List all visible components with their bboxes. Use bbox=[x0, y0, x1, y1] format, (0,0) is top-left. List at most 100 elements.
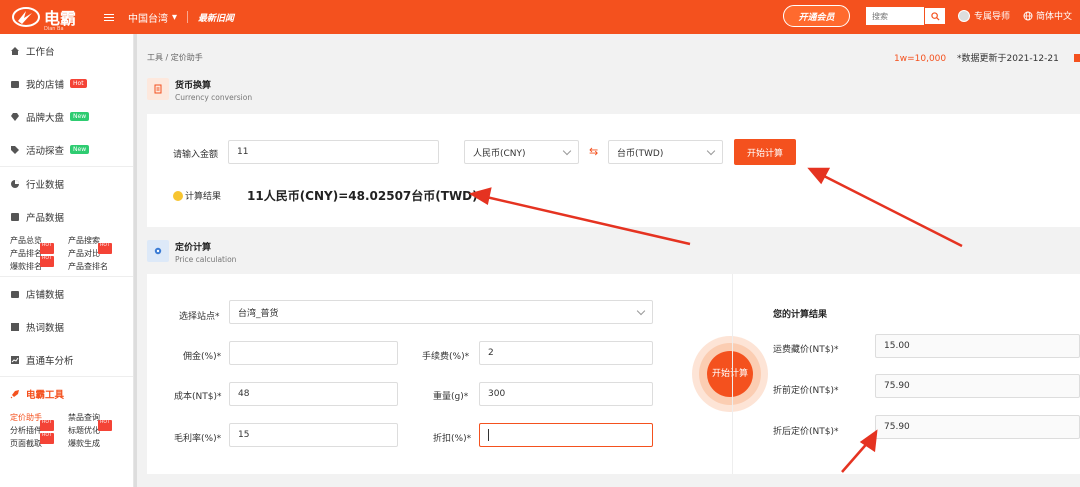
site-value: 台湾_普货 bbox=[238, 308, 279, 319]
sidebar-item-product[interactable]: 产品数据 bbox=[0, 200, 133, 233]
submenu-item[interactable]: 爆款排名 HOT bbox=[10, 256, 68, 272]
sidebar-item-industry[interactable]: 行业数据 bbox=[0, 167, 133, 200]
submenu-item[interactable]: 爆款生成 bbox=[68, 438, 126, 449]
pricing-calc-ring: 开始计算 bbox=[699, 343, 761, 405]
caret-down-icon: ▾ bbox=[172, 11, 178, 23]
sidebar-item-label: 品牌大盘 bbox=[26, 112, 65, 124]
search-input[interactable] bbox=[866, 7, 924, 25]
sidebar-item-brand[interactable]: 品牌大盘 New bbox=[0, 100, 133, 133]
to-currency-value: 台币(TWD) bbox=[617, 148, 664, 159]
discount-input[interactable] bbox=[479, 423, 653, 447]
sidebar-item-my-store[interactable]: 我的店铺 Hot bbox=[0, 67, 133, 100]
home-icon bbox=[10, 46, 20, 56]
side-tab[interactable] bbox=[1074, 54, 1080, 62]
submenu-item[interactable]: 禁品查询 bbox=[68, 412, 126, 423]
submenu-item[interactable]: 产品对比 HOT bbox=[68, 243, 126, 259]
swap-icon[interactable]: ⇆ bbox=[589, 145, 598, 158]
post-discount-label: 折后定价(NT$)* bbox=[773, 427, 839, 437]
discount-label: 折扣(%)* bbox=[433, 434, 472, 444]
cost-label: 成本(NT$)* bbox=[174, 392, 222, 402]
box-icon bbox=[10, 212, 20, 222]
chart-icon bbox=[10, 355, 20, 365]
hot-badge: HOT bbox=[40, 243, 54, 254]
hot-badge: Hot bbox=[70, 79, 87, 88]
tag-icon bbox=[10, 145, 20, 155]
hot-badge: HOT bbox=[98, 420, 112, 431]
submenu-label: 分析插件 bbox=[10, 426, 42, 435]
sidebar-item-ads[interactable]: 直通车分析 bbox=[0, 343, 133, 376]
sidebar-item-label: 活动探查 bbox=[26, 145, 65, 157]
site-select[interactable]: 台湾_普货 bbox=[229, 300, 653, 324]
language-selector[interactable]: 简体中文 bbox=[1023, 9, 1072, 22]
pricing-section-header: 定价计算 Price calculation bbox=[147, 240, 236, 264]
amount-input[interactable]: 11 bbox=[228, 140, 439, 164]
vip-button[interactable]: 开通会员 bbox=[783, 5, 850, 27]
chevron-down-icon bbox=[706, 146, 716, 155]
sidebar-item-activity[interactable]: 活动探查 New bbox=[0, 133, 133, 166]
pre-discount-output: 75.90 bbox=[875, 374, 1080, 398]
submenu-item[interactable]: 标题优化 HOT bbox=[68, 420, 126, 436]
divider bbox=[187, 11, 189, 23]
submenu-item[interactable]: 产品搜索 bbox=[68, 235, 126, 246]
region-label: 中国台湾 bbox=[128, 13, 168, 25]
submenu-label: 产品排名 bbox=[10, 249, 42, 258]
sidebar-item-tools[interactable]: 电霸工具 bbox=[0, 377, 133, 410]
coin-icon bbox=[173, 190, 183, 201]
globe-icon bbox=[1023, 11, 1033, 20]
site-label: 选择站点* bbox=[179, 312, 220, 322]
unit-note: 1w=10,000 bbox=[894, 54, 947, 64]
hot-badge: HOT bbox=[98, 243, 112, 254]
submenu-item[interactable]: 分析插件 HOT bbox=[10, 420, 68, 436]
pricing-calc-button-wrap: 开始计算 bbox=[692, 336, 768, 412]
section-title: 定价计算 bbox=[175, 243, 212, 253]
submenu-item[interactable]: 产品排名 HOT bbox=[10, 243, 68, 259]
top-bar: 电霸 Dian Ba 中国台湾 ▾ 最新旧闻 开通会员 专属导师 简体中文 bbox=[0, 0, 1080, 34]
sidebar-item-workbench[interactable]: 工作台 bbox=[0, 34, 133, 67]
from-currency-select[interactable]: 人民币(CNY) bbox=[464, 140, 579, 164]
result-label: 计算结果 bbox=[185, 192, 222, 202]
submenu-item[interactable]: 产品查排名 bbox=[68, 261, 126, 272]
logo[interactable]: 电霸 Dian Ba bbox=[0, 5, 100, 32]
sidebar: 工作台 我的店铺 Hot 品牌大盘 New 活动探查 New 行业数据 产品数据… bbox=[0, 34, 134, 487]
search-button[interactable] bbox=[924, 7, 946, 25]
breadcrumb: 工具 / 定价助手 bbox=[147, 53, 203, 62]
weight-label: 重量(g)* bbox=[433, 392, 469, 402]
store-icon bbox=[10, 79, 20, 89]
submenu-item[interactable]: 产品总览 bbox=[10, 235, 68, 246]
result-label-wrap: 计算结果 bbox=[173, 189, 221, 202]
hotword-icon bbox=[10, 322, 20, 332]
margin-input[interactable]: 15 bbox=[229, 423, 398, 447]
region-selector[interactable]: 中国台湾 ▾ bbox=[128, 10, 177, 25]
new-badge: New bbox=[70, 112, 90, 121]
mentor-link[interactable]: 专属导师 bbox=[958, 9, 1010, 22]
hot-badge: HOT bbox=[40, 256, 54, 267]
fee-input[interactable]: 2 bbox=[479, 341, 653, 365]
currency-calc-button[interactable]: 开始计算 bbox=[734, 139, 796, 165]
avatar bbox=[958, 9, 970, 22]
search-box bbox=[866, 7, 946, 25]
to-currency-select[interactable]: 台币(TWD) bbox=[608, 140, 723, 164]
shipping-output: 15.00 bbox=[875, 334, 1080, 358]
result-title: 您的计算结果 bbox=[773, 310, 828, 320]
sidebar-item-shop-data[interactable]: 店铺数据 bbox=[0, 277, 133, 310]
gear-icon bbox=[147, 240, 169, 262]
language-label: 简体中文 bbox=[1036, 12, 1073, 22]
news-link[interactable]: 最新旧闻 bbox=[198, 11, 234, 24]
sidebar-item-hotword[interactable]: 热词数据 bbox=[0, 310, 133, 343]
menu-toggle-icon[interactable] bbox=[104, 13, 116, 21]
margin-label: 毛利率(%)* bbox=[174, 434, 222, 444]
submenu-item[interactable]: 页面截取 HOT bbox=[10, 433, 68, 449]
shop-icon bbox=[10, 289, 20, 299]
commission-label: 佣金(%)* bbox=[183, 352, 222, 362]
cost-input[interactable]: 48 bbox=[229, 382, 398, 406]
submenu-label: 爆款排名 bbox=[10, 262, 42, 271]
post-discount-output: 75.90 bbox=[875, 415, 1080, 439]
pricing-calc-button[interactable]: 开始计算 bbox=[707, 351, 753, 397]
currency-card: 请输入金额 11 人民币(CNY) ⇆ 台币(TWD) 开始计算 计算结果 11… bbox=[147, 114, 1080, 227]
submenu-item-pricing[interactable]: 定价助手 bbox=[10, 412, 68, 423]
weight-input[interactable]: 300 bbox=[479, 382, 653, 406]
chevron-down-icon bbox=[636, 306, 646, 315]
shipping-label: 运费藏价(NT$)* bbox=[773, 345, 839, 355]
section-subtitle: Currency conversion bbox=[175, 93, 253, 102]
commission-input[interactable] bbox=[229, 341, 398, 365]
